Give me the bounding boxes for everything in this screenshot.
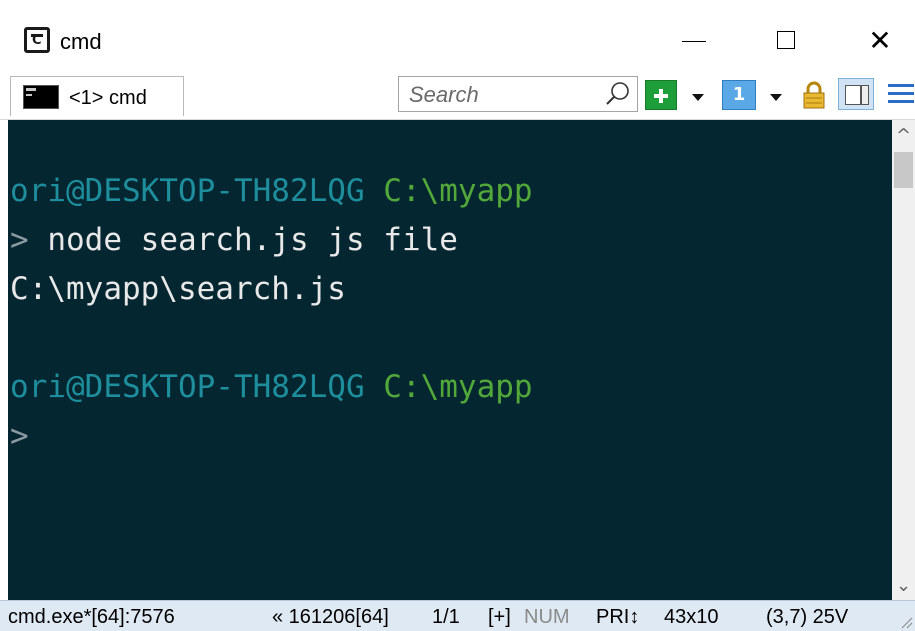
tab-cmd[interactable]: <1> cmd — [10, 76, 184, 116]
current-path: C:\myapp — [383, 173, 533, 209]
new-console-button[interactable] — [645, 80, 677, 110]
vertical-scrollbar[interactable]: ^ ⌄ — [892, 120, 915, 600]
console-list-dropdown-icon[interactable] — [770, 94, 782, 101]
status-bar: cmd.exe*[64]:7576 « 161206[64] 1/1 [+] N… — [0, 600, 915, 631]
user-host: ori@DESKTOP-TH82LQG — [10, 173, 365, 209]
user-host: ori@DESKTOP-TH82LQG — [10, 369, 365, 405]
minimize-button[interactable] — [664, 18, 724, 62]
status-plus[interactable]: [+] — [488, 606, 511, 629]
status-process[interactable]: cmd.exe*[64]:7576 — [8, 606, 175, 629]
close-button[interactable]: ✕ — [850, 18, 910, 62]
title-bar: cmd ✕ — [0, 0, 915, 68]
conemu-app-icon[interactable] — [24, 27, 50, 53]
active-prompt-line[interactable]: > — [8, 412, 892, 461]
status-build: « 161206[64] — [272, 606, 389, 628]
prompt-symbol: > — [10, 418, 29, 454]
current-path: C:\myapp — [383, 369, 533, 405]
console-icon — [23, 85, 59, 109]
toolbar: <1> cmd 1 — [0, 68, 915, 120]
console-number-button[interactable]: 1 — [722, 80, 756, 110]
minimize-icon — [682, 40, 706, 42]
tab-label: <1> cmd — [69, 87, 147, 109]
window-title: cmd — [60, 29, 102, 54]
prompt-line: ori@DESKTOP-TH82LQG C:\myapp — [8, 363, 892, 412]
scroll-up-icon[interactable]: ^ — [892, 122, 915, 150]
status-priority[interactable]: PRI↕ — [596, 606, 639, 629]
status-console-index[interactable]: 1/1 — [432, 606, 460, 629]
status-cursor[interactable]: (3,7) 25V — [766, 606, 848, 629]
status-num[interactable]: NUM — [524, 606, 570, 629]
status-size[interactable]: 43x10 — [664, 606, 719, 629]
resize-grip-icon[interactable] — [899, 615, 913, 629]
search-icon[interactable] — [605, 81, 631, 107]
command-line: > node search.js js file — [8, 216, 892, 265]
prompt-line: ori@DESKTOP-TH82LQG C:\myapp — [8, 167, 892, 216]
split-view-icon[interactable] — [838, 78, 874, 110]
menu-icon[interactable] — [884, 80, 914, 110]
search-input[interactable] — [407, 81, 601, 109]
prompt-symbol: > — [10, 222, 29, 258]
scroll-thumb[interactable] — [894, 152, 913, 188]
maximize-button[interactable] — [756, 18, 816, 62]
new-console-dropdown-icon[interactable] — [692, 94, 704, 101]
close-icon: ✕ — [868, 23, 892, 57]
maximize-icon — [777, 31, 795, 49]
terminal-area[interactable]: ori@DESKTOP-TH82LQG C:\myapp > node sear… — [8, 120, 892, 600]
scroll-down-icon[interactable]: ⌄ — [892, 572, 915, 600]
search-box[interactable] — [398, 76, 638, 112]
command-text: node search.js js file — [28, 222, 458, 258]
output-line: C:\myapp\search.js — [10, 271, 346, 307]
lock-icon[interactable] — [800, 80, 828, 110]
